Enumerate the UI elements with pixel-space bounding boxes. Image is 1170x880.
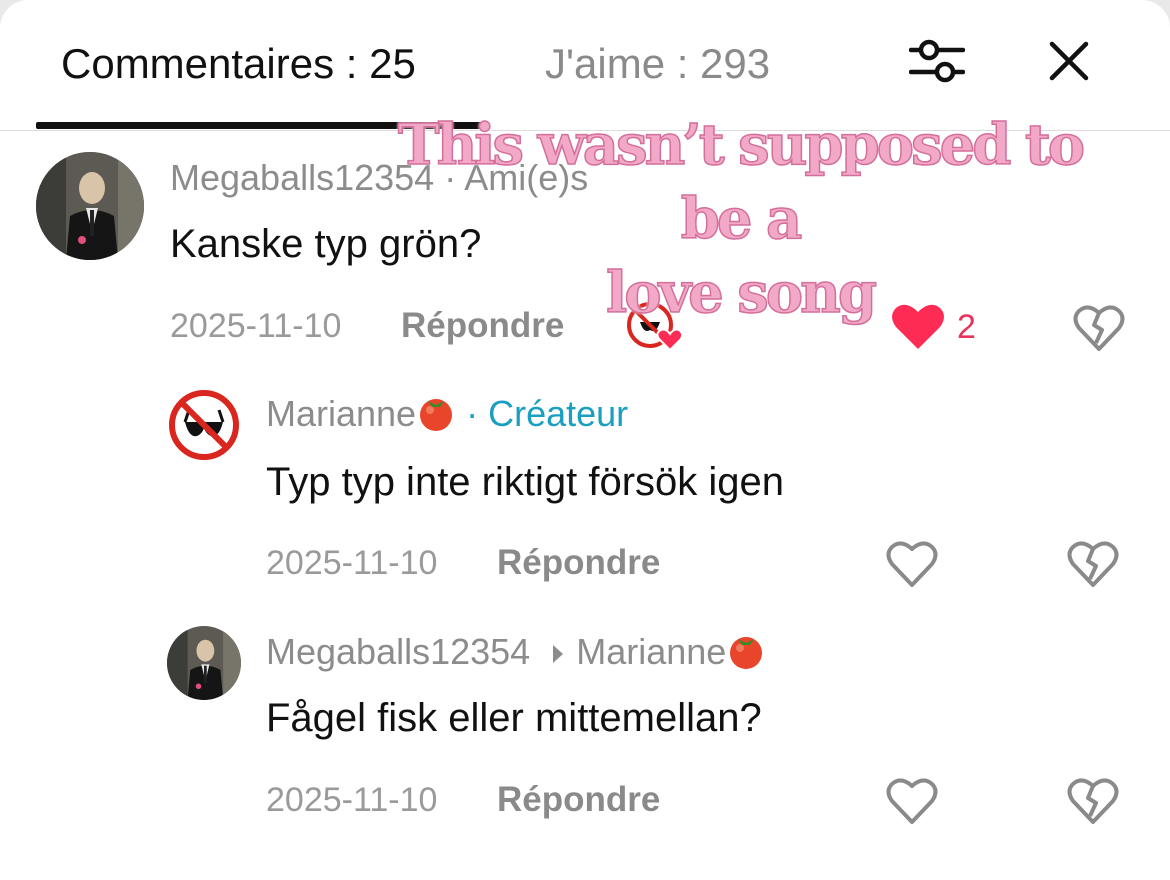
no-bra-icon	[169, 390, 239, 460]
reply-button[interactable]: Répondre	[401, 306, 564, 346]
sliders-icon	[909, 39, 965, 83]
avatar[interactable]	[36, 152, 144, 260]
comment-author[interactable]: Megaballs12354 · Ami(e)s	[170, 156, 588, 200]
heart-icon	[892, 304, 944, 349]
like-button[interactable]	[885, 776, 939, 826]
creator-avatar[interactable]	[167, 388, 241, 462]
comment-text: Typ typ inte riktigt försök igen	[266, 460, 785, 504]
comment-text: Fågel fisk eller mittemellan?	[266, 696, 762, 740]
filter-button[interactable]	[905, 32, 969, 90]
avatar-photo	[167, 626, 241, 700]
like-count: 2	[957, 308, 976, 346]
creator-badge: · Créateur	[466, 393, 629, 434]
tab-likes[interactable]: J'aime : 293	[545, 38, 770, 90]
heart-icon	[886, 778, 938, 824]
creator-liked-icon	[627, 302, 684, 352]
friend-badge: · Ami(e)s	[444, 157, 589, 198]
comment-date: 2025-11-10	[266, 781, 438, 819]
comment-date: 2025-11-10	[266, 544, 438, 582]
reply-arrow-icon	[553, 645, 564, 663]
reply-to-name[interactable]: Marianne	[576, 631, 726, 672]
heart-icon	[886, 541, 938, 587]
header-divider	[0, 130, 1170, 131]
comment-author[interactable]: Megaballs12354 Marianne	[266, 630, 766, 674]
broken-heart-icon	[1067, 541, 1119, 587]
comment-date: 2025-11-10	[170, 307, 342, 345]
dislike-button[interactable]	[1072, 303, 1126, 353]
author-name[interactable]: Marianne	[266, 393, 416, 434]
like-button[interactable]	[890, 302, 946, 352]
tomato-icon	[420, 399, 453, 431]
tab-comments[interactable]: Commentaires : 25	[61, 38, 416, 90]
lyric-overlay: This wasn’t supposed to be a love song	[370, 108, 1110, 330]
dislike-button[interactable]	[1066, 539, 1120, 589]
author-name[interactable]: Megaballs12354	[266, 631, 530, 672]
broken-heart-icon	[1067, 778, 1119, 824]
active-tab-indicator	[36, 122, 486, 129]
avatar[interactable]	[167, 626, 241, 700]
dislike-button[interactable]	[1066, 776, 1120, 826]
comment-text: Kanske typ grön?	[170, 222, 482, 266]
reply-button[interactable]: Répondre	[497, 780, 660, 820]
creator-liked-badge	[626, 300, 684, 352]
comments-sheet: Commentaires : 25 J'aime : 293 Megaballs…	[0, 0, 1170, 880]
author-name[interactable]: Megaballs12354	[170, 157, 434, 198]
comment-author[interactable]: Marianne · Créateur	[266, 392, 628, 436]
broken-heart-icon	[1073, 305, 1125, 351]
reply-button[interactable]: Répondre	[497, 543, 660, 583]
close-button[interactable]	[1040, 32, 1098, 90]
like-button[interactable]	[885, 539, 939, 589]
tomato-icon	[730, 637, 763, 669]
avatar-photo	[36, 152, 144, 260]
close-icon	[1049, 41, 1089, 81]
